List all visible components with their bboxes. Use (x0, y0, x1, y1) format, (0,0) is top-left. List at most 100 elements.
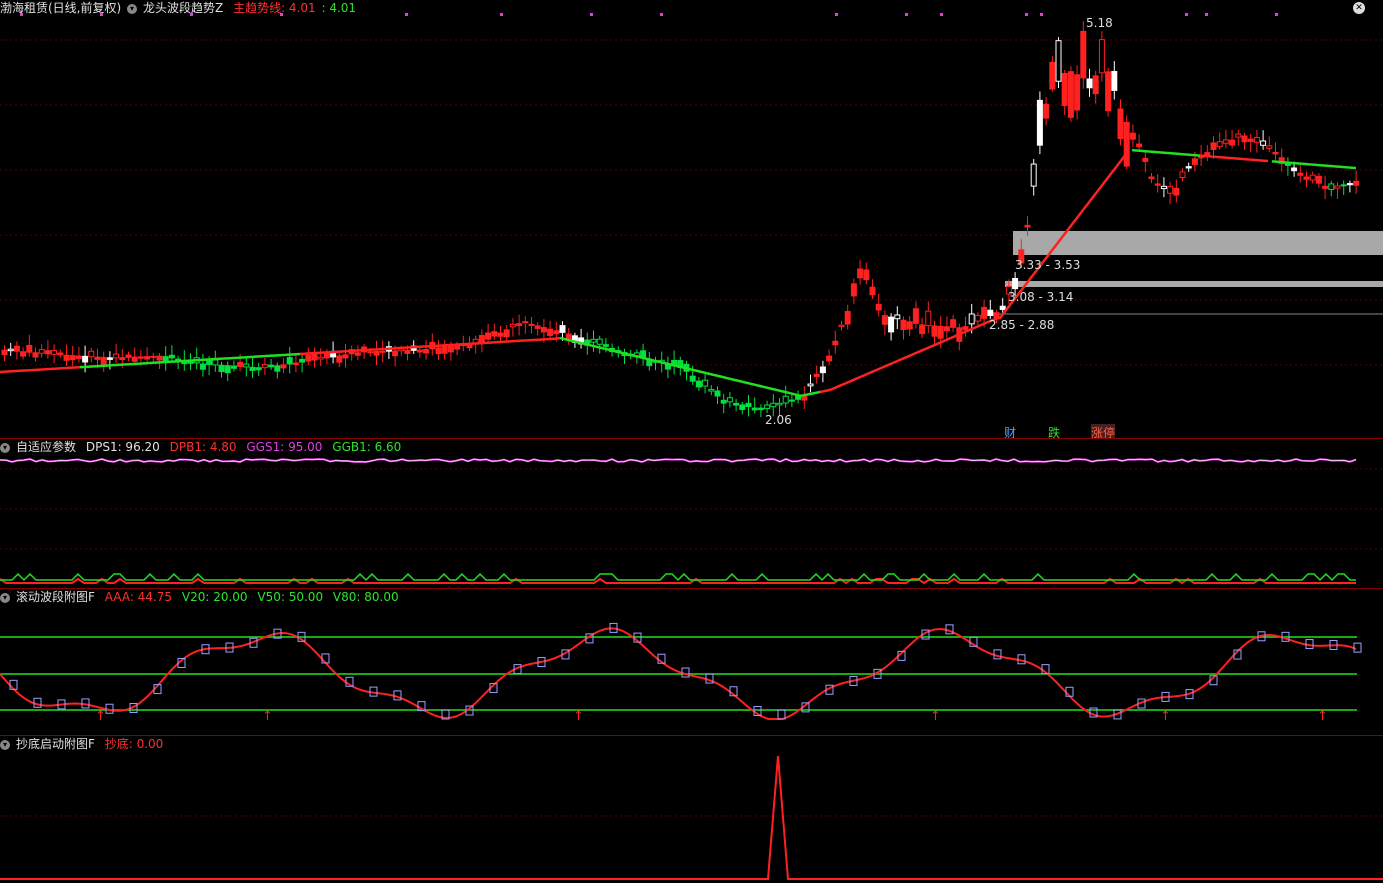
panel3-header: ▾ 滚动波段附图F AAA: 44.75 V20: 20.00 V50: 50.0… (0, 589, 405, 605)
candle-body (1309, 174, 1316, 181)
candle-body (106, 357, 113, 360)
candle-body (131, 356, 138, 362)
chevron-down-icon[interactable]: ▾ (0, 592, 10, 603)
stock-name[interactable]: 渤海租赁(日线,前复权) (0, 1, 121, 15)
candle-body (1055, 40, 1062, 82)
candlestick-chart[interactable] (0, 0, 1383, 438)
candle-body (912, 308, 919, 324)
candle-body (1266, 145, 1273, 149)
candle-body (1210, 142, 1217, 151)
signal-marker (940, 13, 943, 16)
candle-body (373, 351, 380, 356)
candle-body (125, 354, 132, 358)
candle-body (974, 314, 981, 322)
resistance-zone (1013, 231, 1383, 255)
candle-body (336, 355, 343, 363)
close-icon[interactable]: ✕ (1353, 2, 1365, 14)
high-price-label: 5.18 (1086, 16, 1113, 30)
candle-body (708, 388, 715, 392)
candle-body (1322, 185, 1329, 189)
candle-body (509, 323, 516, 328)
candle-body (832, 340, 839, 346)
candle-body (63, 354, 70, 361)
candle-body (32, 352, 39, 358)
limit-up-tag[interactable]: 涨停 (1091, 424, 1116, 438)
buy-arrow: ↑ (1317, 709, 1328, 724)
candle-body (1061, 73, 1068, 106)
candle-body (1, 349, 8, 356)
panel2-name[interactable]: 自适应参数 (16, 440, 76, 454)
chevron-down-icon[interactable]: ▾ (127, 3, 138, 14)
bottom-signal-pane[interactable]: ▾ 抄底启动附图F 抄底: 0.00 (0, 736, 1383, 883)
candle-body (491, 331, 498, 337)
chevron-down-icon[interactable]: ▾ (0, 739, 10, 750)
candle-body (1067, 71, 1074, 118)
candle-body (199, 363, 206, 370)
candle-body (1024, 224, 1031, 228)
adaptive-param-pane[interactable]: ▾ 自适应参数 DPS1: 96.20 DPB1: 4.80 GGS1: 95.0… (0, 439, 1383, 588)
candle-body (733, 402, 740, 406)
candle-body (1328, 183, 1335, 190)
candle-body (1123, 121, 1130, 167)
candle-body (1222, 139, 1229, 144)
finance-tag[interactable]: 财 (1004, 424, 1016, 438)
candle-body (113, 353, 120, 359)
candle-body (906, 321, 913, 330)
candle-body (1272, 152, 1279, 155)
bottom-signal-chart (0, 755, 1383, 880)
candle-body (516, 323, 523, 327)
candle-body (999, 305, 1006, 311)
candle-body (1297, 172, 1304, 176)
ggb1-value: GGB1: 6.60 (332, 440, 402, 454)
candle-body (838, 324, 845, 327)
candle-body (478, 334, 485, 343)
candle-body (1229, 139, 1236, 146)
candle-body (485, 332, 492, 340)
candle-body (1340, 184, 1347, 187)
candle-body (869, 286, 876, 296)
candle-body (547, 328, 554, 336)
candle-body (1105, 71, 1112, 112)
candle-body (243, 363, 250, 368)
fall-tag[interactable]: 跌 (1048, 424, 1060, 438)
candle-body (38, 349, 45, 354)
candle-body (237, 361, 244, 368)
trend-line (1131, 148, 1201, 157)
chevron-down-icon[interactable]: ▾ (0, 442, 10, 453)
candle-body (7, 348, 14, 352)
candle-body (44, 350, 51, 355)
rolling-band-pane[interactable]: ↑ ↑ ↑ ↑ ↑ ↑ ▾ 滚动波段附图F AAA: 44.75 V20: 20.00 V5… (0, 589, 1383, 735)
dps1-value: DPS1: 96.20 (85, 440, 160, 454)
candle-body (819, 366, 826, 374)
aaa-value: AAA: 44.75 (104, 590, 173, 604)
panel2-header: ▾ 自适应参数 DPS1: 96.20 DPB1: 4.80 GGS1: 95.0… (0, 439, 407, 455)
candle-body (950, 319, 957, 328)
signal-marker (1025, 13, 1028, 16)
zone-label-2: 3.08 - 3.14 (1008, 290, 1074, 304)
candle-body (392, 350, 399, 357)
panel4-name[interactable]: 抄底启动附图F (16, 737, 95, 751)
ggs1-value: GGS1: 95.00 (246, 440, 323, 454)
candle-body (689, 375, 696, 382)
signal-marker (660, 13, 663, 16)
candle-body (100, 356, 107, 365)
candle-body (218, 364, 225, 373)
candle-body (695, 380, 702, 388)
candle-body (1334, 185, 1341, 189)
signal-marker (835, 13, 838, 16)
candle-body (522, 321, 529, 324)
candle-body (212, 359, 219, 366)
signal-marker (1275, 13, 1278, 16)
panel3-name[interactable]: 滚动波段附图F (16, 590, 95, 604)
candle-body (534, 325, 541, 329)
candle-body (1148, 176, 1155, 180)
candle-body (1167, 185, 1174, 194)
candle-body (968, 313, 975, 325)
main-chart-pane[interactable]: 渤海租赁(日线,前复权) ▾ 龙头波段趋势Z 主趋势线: 4.01 : 4.01 … (0, 0, 1383, 438)
candle-body (881, 315, 888, 325)
indicator-name[interactable]: 龙头波段趋势Z (143, 1, 223, 15)
candle-body (596, 338, 603, 345)
candle-body (1111, 71, 1118, 91)
candle-body (423, 349, 430, 354)
signal-marker (1040, 13, 1043, 16)
